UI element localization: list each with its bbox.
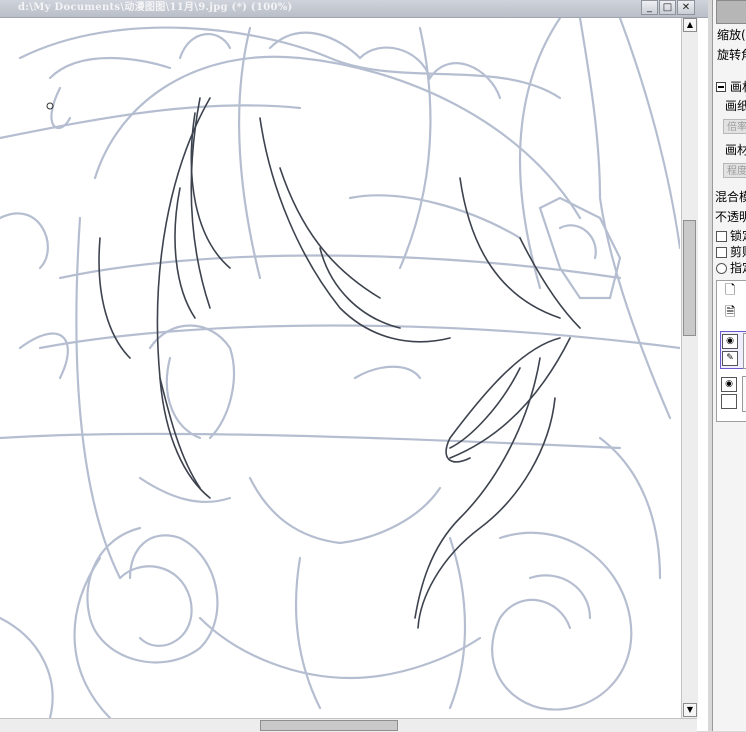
layer-list: 🗋 🗎 ◉ ✎ ◉ (716, 280, 746, 422)
drawing-canvas[interactable] (0, 18, 680, 718)
material-label: 画材 (725, 143, 746, 157)
vertical-scrollbar[interactable]: ▲ ▼ (681, 18, 698, 718)
zoom-label: 缩放( (717, 28, 746, 42)
scroll-down-button[interactable]: ▼ (683, 703, 697, 717)
lock-label: 锁定 (730, 229, 746, 243)
empty-toggle[interactable] (721, 394, 737, 409)
minimize-button[interactable]: _ (641, 0, 658, 15)
clip-label: 剪贴 (730, 245, 746, 259)
sketch-artwork (0, 18, 680, 718)
layer-row-active[interactable]: ◉ ✎ (720, 331, 746, 369)
import-layer-icon[interactable]: 🗎 (725, 305, 738, 321)
lineart-strokes (98, 97, 581, 629)
layer-row[interactable]: ◉ (720, 375, 746, 413)
pen-icon[interactable]: ✎ (722, 351, 738, 366)
eye-icon[interactable]: ◉ (721, 377, 737, 392)
rough-sketch-lines (0, 18, 680, 718)
panel-preview (716, 0, 746, 24)
paper-label: 画纸 (725, 99, 746, 113)
select-label: 指定 (730, 261, 746, 275)
close-button[interactable]: ✕ (677, 0, 695, 15)
horizontal-scroll-thumb[interactable] (260, 720, 398, 731)
window-title: d:\My Documents\动漫图图\11月\9.jpg (*) (100%… (18, 2, 293, 13)
vertical-scroll-thumb[interactable] (683, 220, 696, 336)
new-layer-icon[interactable]: 🗋 (725, 283, 738, 299)
blend-mode-label: 混合模 (715, 190, 746, 204)
select-radio[interactable] (716, 263, 727, 274)
tool-panel: 缩放( 旋转角 画材 画纸 倍率 画材 程度 混合模 不透明 锁定 剪贴 指定 … (712, 0, 746, 731)
scroll-up-button[interactable]: ▲ (683, 18, 697, 32)
opacity-label: 不透明 (715, 210, 746, 224)
clip-checkbox[interactable] (716, 247, 727, 258)
layer-thumbnail (742, 376, 746, 412)
rotate-label: 旋转角 (717, 48, 746, 62)
material-field[interactable]: 程度 (723, 163, 746, 178)
canvas-section-label: 画材 (730, 80, 746, 94)
horizontal-scrollbar[interactable] (0, 718, 697, 732)
title-bar[interactable]: d:\My Documents\动漫图图\11月\9.jpg (*) (100%… (0, 0, 708, 18)
eye-icon[interactable]: ◉ (722, 334, 738, 349)
lock-checkbox[interactable] (716, 231, 727, 242)
maximize-button[interactable]: □ (659, 0, 676, 15)
document-window: d:\My Documents\动漫图图\11月\9.jpg (*) (100%… (0, 0, 708, 732)
collapse-icon[interactable] (716, 82, 726, 92)
paper-field[interactable]: 倍率 (723, 119, 746, 134)
